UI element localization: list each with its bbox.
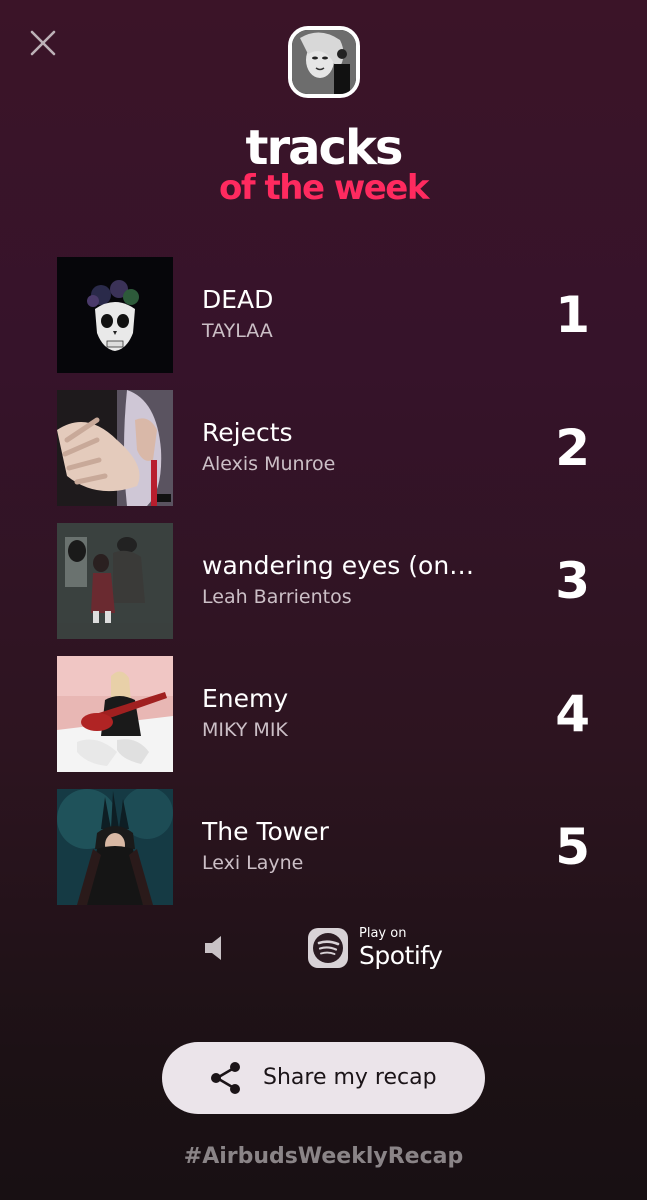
track-item[interactable]: wandering eyes (on… Leah Barrientos 3 (57, 523, 597, 656)
album-cover (57, 390, 173, 506)
profile-avatar[interactable] (288, 26, 360, 98)
track-rank: 1 (555, 286, 590, 344)
share-icon (211, 1062, 240, 1094)
track-rank: 2 (555, 419, 590, 477)
track-artist: Lexi Layne (202, 852, 304, 874)
track-artist: TAYLAA (202, 320, 273, 342)
track-title: Enemy (202, 684, 289, 713)
track-title: DEAD (202, 285, 274, 314)
track-artist: Leah Barrientos (202, 586, 352, 608)
track-item[interactable]: Enemy MIKY MIK 4 (57, 656, 597, 789)
spotify-brand-label: Spotify (359, 941, 443, 970)
album-cover (57, 789, 173, 905)
share-recap-button[interactable]: Share my recap (162, 1042, 485, 1114)
track-item[interactable]: The Tower Lexi Layne 5 (57, 789, 597, 922)
track-rank: 3 (555, 552, 590, 610)
track-artist: MIKY MIK (202, 719, 288, 741)
track-title: The Tower (202, 817, 329, 846)
speaker-icon[interactable] (203, 934, 227, 962)
album-cover (57, 523, 173, 639)
spotify-logo-icon (308, 928, 348, 968)
hashtag: #AirbudsWeeklyRecap (183, 1144, 464, 1169)
title-of-the-week: of the week (219, 168, 429, 208)
share-recap-label: Share my recap (263, 1065, 437, 1090)
album-cover (57, 257, 173, 373)
track-item[interactable]: DEAD TAYLAA 1 (57, 257, 597, 390)
track-artist: Alexis Munroe (202, 453, 336, 475)
close-icon[interactable] (28, 28, 58, 58)
avatar-image (292, 30, 356, 94)
track-rank: 4 (555, 685, 590, 743)
album-cover (57, 656, 173, 772)
track-rank: 5 (555, 818, 590, 876)
track-title: wandering eyes (on… (202, 551, 475, 580)
track-title: Rejects (202, 418, 293, 447)
track-item[interactable]: Rejects Alexis Munroe 2 (57, 390, 597, 523)
tracks-list: DEAD TAYLAA 1 Rejects Alexis Munroe 2 wa… (57, 257, 597, 922)
